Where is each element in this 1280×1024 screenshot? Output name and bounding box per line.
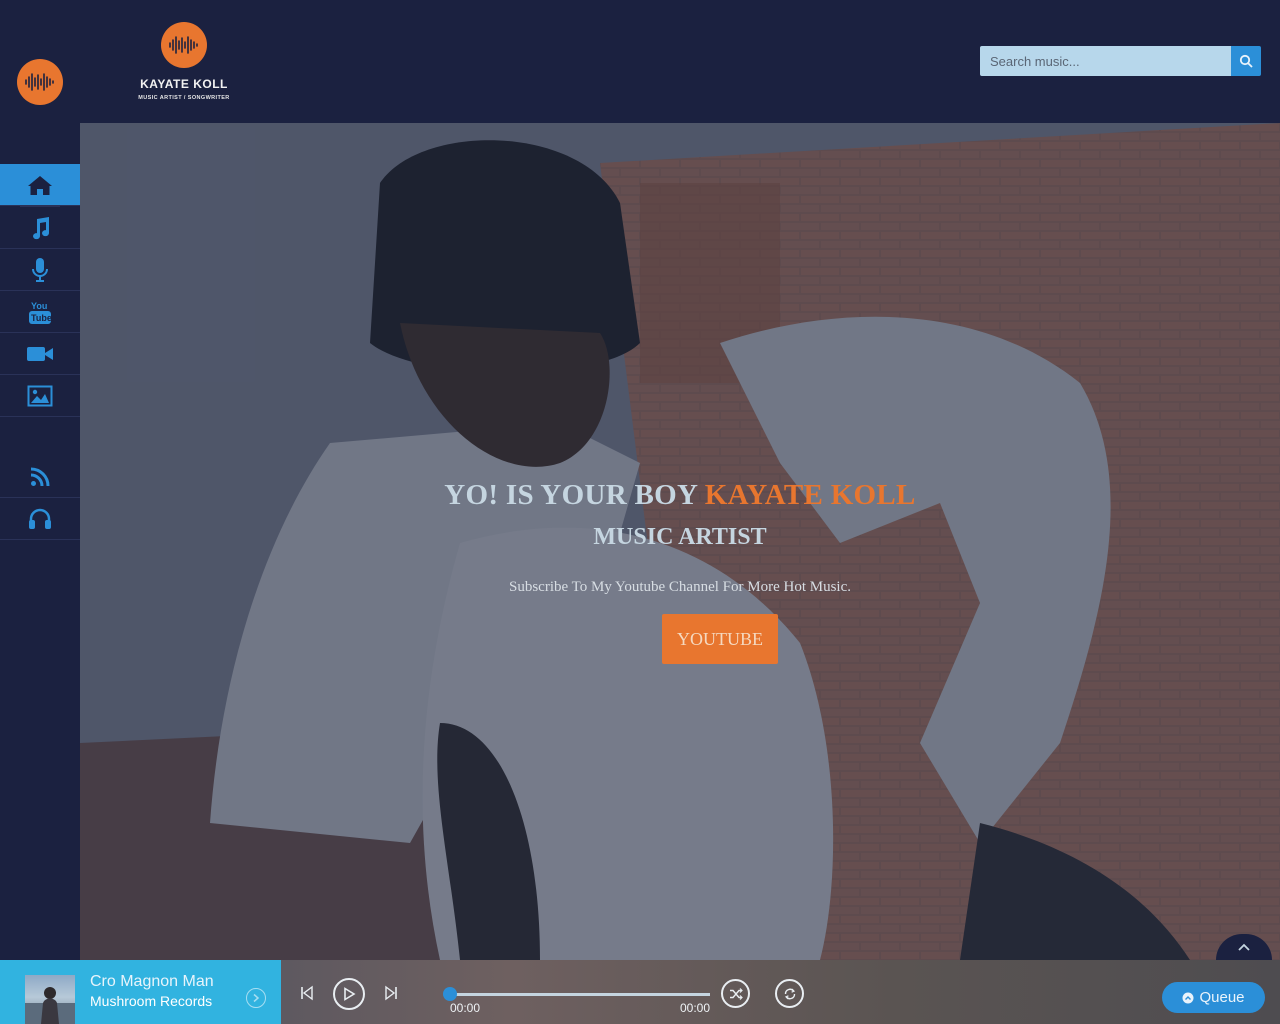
- shuffle-icon: [729, 987, 743, 1000]
- headphones-icon: [29, 508, 51, 529]
- track-title: Cro Magnon Man: [90, 973, 214, 990]
- hero-subheading: MUSIC ARTIST: [593, 524, 767, 550]
- track-artwork: [25, 987, 75, 1024]
- time-total: 00:00: [680, 1001, 711, 1015]
- hero-headline-accent: KAYATE KOLL: [704, 479, 916, 511]
- svg-text:Tube: Tube: [31, 313, 52, 323]
- progress-track[interactable]: [450, 993, 710, 996]
- play-icon: [344, 987, 356, 1001]
- track-details-button[interactable]: [246, 988, 266, 1008]
- chevron-right-icon: [253, 993, 260, 1003]
- sidebar-item-gallery[interactable]: [0, 375, 80, 417]
- brand-tagline: MUSIC ARTIST / SONGWRITER: [138, 95, 230, 101]
- sidebar-item-podcast[interactable]: [0, 249, 80, 291]
- svg-text:You: You: [31, 301, 47, 311]
- progress-handle[interactable]: [443, 987, 457, 1001]
- sidebar-item-music[interactable]: [0, 207, 80, 249]
- microphone-icon: [32, 257, 48, 282]
- chevron-up-circle-icon: [1182, 992, 1194, 1003]
- brand-logo[interactable]: KAYATE KOLL MUSIC ARTIST / SONGWRITER: [134, 22, 234, 101]
- sidebar-item-videos[interactable]: [0, 333, 80, 375]
- search-input[interactable]: [980, 46, 1231, 76]
- home-icon: [28, 175, 52, 195]
- skip-previous-icon: [301, 985, 313, 1001]
- music-player: Cro Magnon Man Mushroom Records 00:00 00…: [0, 960, 1280, 1024]
- hero-tagline: Subscribe To My Youtube Channel For More…: [508, 579, 851, 595]
- now-playing: Cro Magnon Man Mushroom Records: [0, 960, 281, 1024]
- time-current: 00:00: [450, 1001, 481, 1015]
- secondary-nav: [0, 456, 80, 540]
- track-thumbnail[interactable]: [25, 975, 75, 1024]
- side-logo[interactable]: [17, 59, 63, 105]
- search-button[interactable]: [1231, 46, 1261, 76]
- queue-button[interactable]: Queue: [1162, 982, 1265, 1013]
- search-bar: [980, 46, 1261, 76]
- previous-button[interactable]: [298, 984, 316, 1002]
- sidebar-item-listen[interactable]: [0, 498, 80, 540]
- repeat-button[interactable]: [775, 979, 804, 1008]
- chevron-up-icon: [1238, 943, 1250, 951]
- rss-icon: [30, 467, 50, 486]
- hero-banner: YO! IS YOUR BOY KAYATE KOLL MUSIC ARTIST…: [80, 123, 1280, 960]
- track-artist: Mushroom Records: [90, 993, 213, 1009]
- brand-disc: [161, 22, 207, 68]
- brand-name: KAYATE KOLL: [140, 77, 228, 91]
- image-icon: [27, 385, 53, 406]
- repeat-icon: [784, 988, 795, 999]
- sidebar-item-youtube[interactable]: You Tube: [0, 291, 80, 333]
- sidebar: You Tube: [0, 0, 80, 960]
- skip-next-icon: [385, 985, 397, 1001]
- sound-wave-icon: [169, 36, 198, 54]
- main-nav: You Tube: [0, 164, 80, 417]
- youtube-icon: You Tube: [29, 301, 52, 324]
- hero-headline: YO! IS YOUR BOY KAYATE KOLL: [80, 479, 1280, 512]
- next-button[interactable]: [382, 984, 400, 1002]
- music-note-icon: [33, 216, 50, 239]
- shuffle-button[interactable]: [721, 979, 750, 1008]
- header: KAYATE KOLL MUSIC ARTIST / SONGWRITER: [80, 0, 1280, 123]
- video-camera-icon: [27, 346, 53, 361]
- queue-label: Queue: [1199, 989, 1245, 1006]
- sidebar-item-feed[interactable]: [0, 456, 80, 498]
- search-icon: [1239, 54, 1253, 68]
- play-button[interactable]: [333, 978, 365, 1010]
- youtube-button[interactable]: YOUTUBE: [662, 614, 778, 664]
- sidebar-item-home[interactable]: [0, 164, 80, 206]
- sound-wave-icon: [25, 73, 54, 91]
- hero-headline-prefix: YO! IS YOUR BOY: [444, 479, 705, 511]
